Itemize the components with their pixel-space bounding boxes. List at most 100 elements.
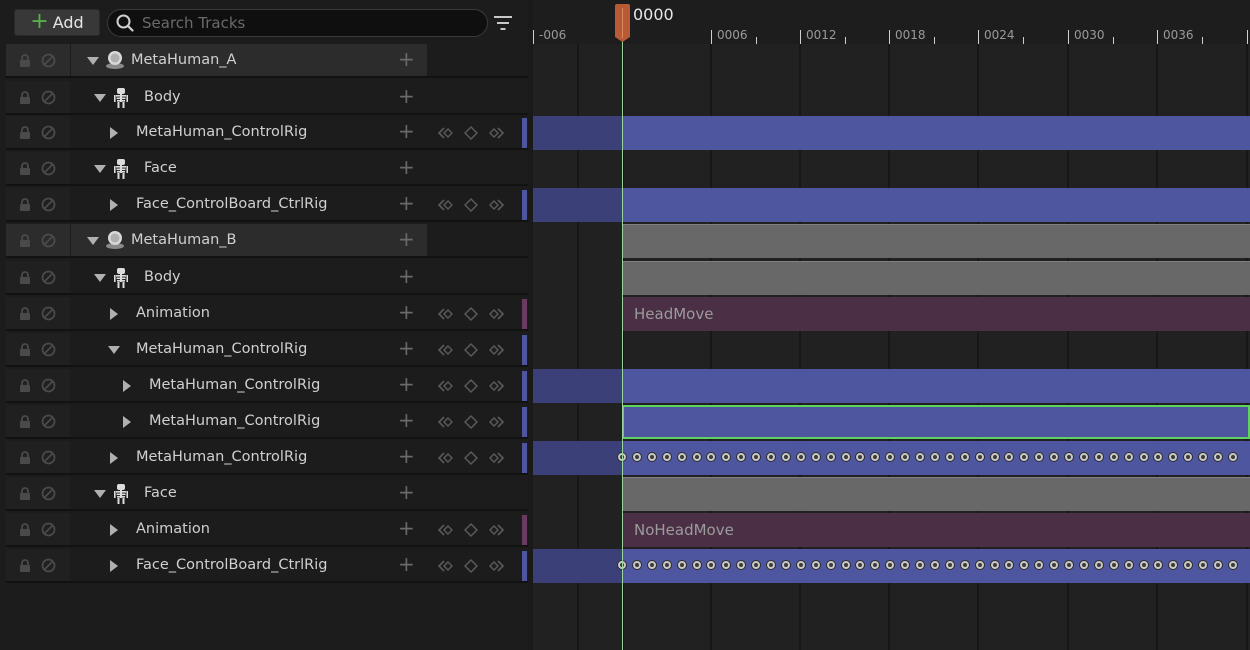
keyframe-icon[interactable] — [915, 560, 925, 570]
keyframe-icon[interactable] — [1227, 560, 1238, 570]
keyframe-icon[interactable] — [751, 452, 762, 462]
keyframe-icon[interactable] — [1198, 560, 1209, 570]
keyframe-icon[interactable] — [870, 560, 881, 570]
collapse-arrow-icon[interactable] — [94, 274, 106, 282]
keyframe-icon[interactable] — [825, 452, 836, 462]
disable-icon[interactable] — [41, 342, 56, 357]
timeline-area[interactable]: -006 0006 0012 0018 0024 0030 0036 HeadMove NoH… — [533, 0, 1250, 650]
next-key-icon[interactable] — [488, 342, 505, 362]
disable-icon[interactable] — [41, 125, 56, 140]
keyframe-icon[interactable] — [1064, 560, 1074, 570]
disable-icon[interactable] — [41, 90, 56, 105]
keyframe-icon[interactable] — [1093, 560, 1104, 570]
expand-arrow-icon[interactable] — [110, 452, 118, 464]
keyframe-icon[interactable] — [631, 452, 642, 462]
keyframe-icon[interactable] — [915, 452, 925, 462]
track-row[interactable]: Face_ControlBoard_CtrlRig + — [0, 188, 528, 222]
keyframe-icon[interactable] — [974, 452, 985, 462]
track-row[interactable]: Animation + — [0, 513, 528, 547]
next-key-icon[interactable] — [488, 450, 505, 470]
expand-arrow-icon[interactable] — [110, 199, 118, 211]
keyframe-icon[interactable] — [810, 452, 821, 462]
add-subtrack-icon[interactable]: + — [398, 121, 415, 141]
prev-key-icon[interactable] — [437, 197, 454, 217]
add-key-icon[interactable] — [463, 414, 479, 434]
add-subtrack-icon[interactable]: + — [398, 338, 415, 358]
add-subtrack-icon[interactable]: + — [398, 49, 415, 69]
keyframe-icon[interactable] — [900, 452, 911, 462]
keyframe-icon[interactable] — [706, 452, 717, 462]
prev-key-icon[interactable] — [437, 522, 454, 542]
keyframe-icon[interactable] — [1093, 452, 1104, 462]
keyframe-icon[interactable] — [751, 560, 762, 570]
track-row[interactable]: Face_ControlBoard_CtrlRig + — [0, 549, 528, 583]
prev-key-icon[interactable] — [437, 558, 454, 578]
add-key-icon[interactable] — [463, 125, 479, 145]
track-row[interactable]: Face + — [0, 152, 528, 186]
keyframe-icon[interactable] — [944, 452, 955, 462]
keyframe-icon[interactable] — [1004, 452, 1015, 462]
expand-arrow-icon[interactable] — [110, 127, 118, 139]
keyframe-icon[interactable] — [855, 560, 866, 570]
search-box[interactable] — [107, 9, 488, 37]
lock-icon[interactable] — [19, 343, 31, 357]
control-rig-section[interactable] — [533, 116, 1250, 150]
track-row[interactable]: MetaHuman_ControlRig + — [0, 405, 528, 439]
lock-icon[interactable] — [19, 415, 31, 429]
add-subtrack-icon[interactable]: + — [398, 446, 415, 466]
disable-icon[interactable] — [41, 378, 56, 393]
keyframe-icon[interactable] — [706, 560, 717, 570]
track-row[interactable]: Body + — [0, 81, 528, 115]
track-row[interactable]: MetaHuman_ControlRig + — [0, 116, 528, 150]
playhead-line[interactable] — [622, 14, 623, 650]
track-row[interactable]: MetaHuman_ControlRig + — [0, 333, 528, 367]
keyframe-icon[interactable] — [1004, 560, 1015, 570]
collapse-arrow-icon[interactable] — [87, 57, 99, 65]
keyframe-icon[interactable] — [661, 560, 672, 570]
animation-section[interactable]: NoHeadMove — [622, 513, 1250, 547]
keyframe-icon[interactable] — [1138, 560, 1149, 570]
add-key-icon[interactable] — [463, 197, 479, 217]
prev-key-icon[interactable] — [437, 414, 454, 434]
keyframe-icon[interactable] — [1108, 560, 1119, 570]
add-subtrack-icon[interactable]: + — [398, 229, 415, 249]
disable-icon[interactable] — [41, 522, 56, 537]
keyframe-icon[interactable] — [929, 560, 940, 570]
keyframe-icon[interactable] — [1078, 560, 1089, 570]
keyframe-icon[interactable] — [1227, 452, 1238, 462]
keyframe-icon[interactable] — [1078, 452, 1089, 462]
lock-icon[interactable] — [19, 523, 31, 537]
expand-arrow-icon[interactable] — [123, 380, 131, 392]
search-input[interactable] — [140, 13, 474, 33]
keyframe-icon[interactable] — [780, 452, 791, 462]
skeletal-section[interactable] — [622, 224, 1250, 258]
add-subtrack-icon[interactable]: + — [398, 193, 415, 213]
next-key-icon[interactable] — [488, 125, 505, 145]
keyframe-icon[interactable] — [1153, 560, 1164, 570]
prev-key-icon[interactable] — [437, 306, 454, 326]
keyframe-icon[interactable] — [1019, 560, 1030, 570]
lock-icon[interactable] — [19, 271, 31, 285]
lock-icon[interactable] — [19, 487, 31, 501]
lock-icon[interactable] — [19, 198, 31, 212]
add-subtrack-icon[interactable]: + — [398, 518, 415, 538]
lock-icon[interactable] — [19, 451, 31, 465]
track-row[interactable]: Animation + — [0, 297, 528, 331]
control-rig-section[interactable] — [533, 188, 1250, 222]
keyframe-icon[interactable] — [1064, 452, 1074, 462]
prev-key-icon[interactable] — [437, 450, 454, 470]
keyframe-icon[interactable] — [676, 452, 687, 462]
lock-icon[interactable] — [19, 91, 31, 105]
keyframe-icon[interactable] — [1153, 452, 1164, 462]
track-row[interactable]: MetaHuman_ControlRig + — [0, 441, 528, 475]
keyframe-icon[interactable] — [944, 560, 955, 570]
disable-icon[interactable] — [41, 306, 56, 321]
keyframe-icon[interactable] — [676, 560, 687, 570]
control-rig-section[interactable] — [533, 369, 1250, 403]
disable-icon[interactable] — [41, 53, 56, 68]
keyframe-icon[interactable] — [1019, 452, 1030, 462]
keyframe-icon[interactable] — [900, 560, 911, 570]
add-key-icon[interactable] — [463, 522, 479, 542]
add-key-icon[interactable] — [463, 342, 479, 362]
next-key-icon[interactable] — [488, 522, 505, 542]
